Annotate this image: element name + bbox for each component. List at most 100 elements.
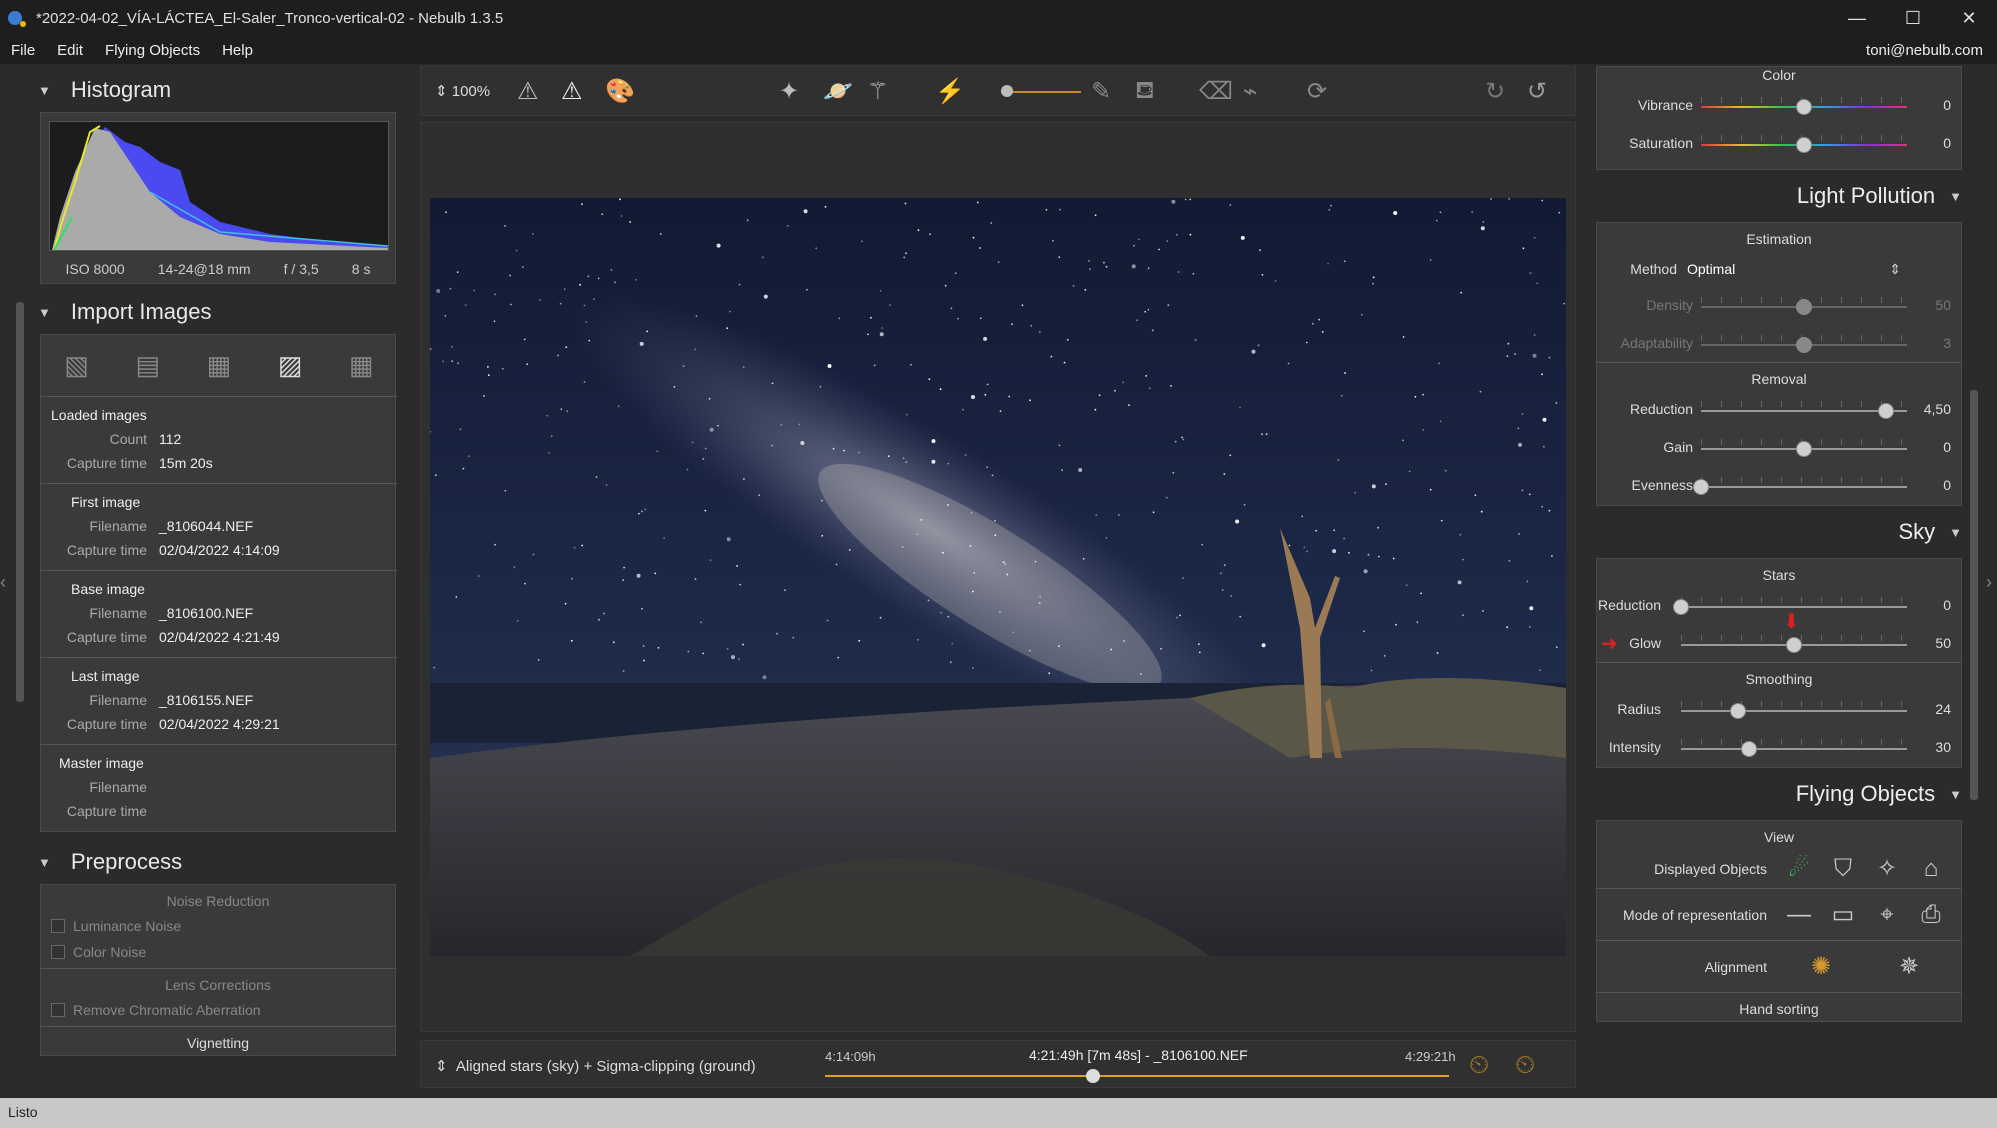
clear-image-icon[interactable]: ▦ bbox=[349, 350, 374, 381]
adaptability-slider[interactable]: Adaptability 3 bbox=[1597, 325, 1961, 363]
saturation-slider[interactable]: Saturation 0 bbox=[1597, 125, 1961, 163]
menu-edit[interactable]: Edit bbox=[46, 42, 94, 59]
bucket-icon[interactable]: ⛾ bbox=[1135, 77, 1155, 107]
clear-images-icon[interactable]: ▦ bbox=[207, 350, 232, 381]
gain-knob[interactable] bbox=[1796, 441, 1812, 457]
maximize-button[interactable]: ☐ bbox=[1885, 0, 1941, 36]
density-slider[interactable]: Density 50 bbox=[1597, 287, 1961, 325]
alignment-on-icon[interactable]: ✺ bbox=[1777, 952, 1865, 981]
refresh-icon[interactable]: ⟳ bbox=[1307, 77, 1327, 106]
menu-flying-objects[interactable]: Flying Objects bbox=[94, 42, 211, 59]
meteor-icon[interactable]: ☄ bbox=[1777, 854, 1821, 883]
alignment-off-icon[interactable]: ✵ bbox=[1865, 952, 1953, 981]
evenness-knob[interactable] bbox=[1693, 479, 1709, 495]
menu-help[interactable]: Help bbox=[211, 42, 264, 59]
star-dot bbox=[843, 449, 845, 452]
vibrance-knob[interactable] bbox=[1796, 99, 1812, 115]
color-noise-checkbox[interactable]: Color Noise bbox=[41, 939, 395, 969]
line-mode-icon[interactable]: — bbox=[1777, 901, 1821, 929]
minimize-button[interactable]: — bbox=[1829, 0, 1885, 36]
left-panel-scrollbar[interactable] bbox=[16, 302, 24, 702]
luminance-noise-checkbox[interactable]: Luminance Noise bbox=[41, 913, 395, 939]
intensity-slider[interactable]: Intensity 30 bbox=[1597, 729, 1961, 767]
lp-reduction-knob[interactable] bbox=[1878, 403, 1895, 419]
clock-back-icon[interactable]: ⏲ bbox=[1515, 1049, 1535, 1081]
import-images-header[interactable]: ▼ Import Images bbox=[28, 290, 404, 334]
lp-reduction-slider[interactable]: Reduction 4,50 bbox=[1597, 391, 1961, 429]
collapse-right-icon[interactable]: › bbox=[1986, 572, 1992, 593]
star-dot bbox=[1318, 318, 1321, 321]
timeline-knob[interactable] bbox=[1086, 1069, 1101, 1083]
box-mode-icon[interactable]: ▭ bbox=[1821, 900, 1865, 929]
star-dot bbox=[972, 236, 975, 239]
star-dot bbox=[941, 551, 944, 554]
import-toolbar: ▧ ▤ ▦ ▨ ▦ bbox=[41, 335, 397, 397]
warning-outline-icon[interactable]: ⚠ bbox=[517, 77, 539, 106]
star-dot bbox=[1543, 445, 1545, 448]
collapse-triangle-icon: ▼ bbox=[1949, 524, 1962, 540]
tower-icon[interactable]: ⚚ bbox=[867, 77, 889, 106]
import-image-icon[interactable]: ▨ bbox=[278, 350, 303, 381]
flying-objects-header[interactable]: Flying Objects ▼ bbox=[1588, 768, 1968, 820]
star-dot bbox=[1306, 550, 1308, 553]
stacked-image[interactable] bbox=[430, 198, 1566, 956]
glow-knob[interactable] bbox=[1786, 637, 1802, 653]
star-dot bbox=[1151, 329, 1154, 332]
star-reduction-slider[interactable]: Reduction 0 bbox=[1597, 587, 1961, 625]
right-panel-scrollbar[interactable] bbox=[1970, 390, 1978, 800]
star-dot bbox=[524, 582, 526, 585]
palette-icon[interactable]: 🎨 bbox=[605, 77, 635, 106]
gain-slider[interactable]: Gain 0 bbox=[1597, 429, 1961, 467]
star-reduction-knob[interactable] bbox=[1673, 599, 1689, 615]
target-mode-icon[interactable]: ⌖ bbox=[1865, 901, 1909, 929]
import-lights-icon[interactable]: ▧ bbox=[64, 350, 89, 381]
star-dot bbox=[1526, 580, 1529, 583]
stacking-mode-select[interactable]: ⇕ Aligned stars (sky) + Sigma-clipping (… bbox=[435, 1057, 756, 1075]
saturation-knob[interactable] bbox=[1796, 137, 1812, 153]
collapse-left-icon[interactable]: ‹ bbox=[0, 572, 6, 593]
planet-icon[interactable]: 🪐 bbox=[823, 77, 853, 106]
zoom-control[interactable]: ⇕ 100% bbox=[435, 82, 490, 100]
star-dot bbox=[1089, 268, 1091, 270]
undo-icon[interactable]: ↺ bbox=[1527, 77, 1547, 106]
warning-filled-icon[interactable]: ⚠ bbox=[561, 77, 583, 106]
satellite-icon[interactable]: ✧ bbox=[1865, 854, 1909, 883]
method-select[interactable]: Method Optimal ⇕ bbox=[1597, 251, 1961, 287]
camera-mode-icon[interactable]: ⎙ bbox=[1909, 901, 1953, 929]
star-dot bbox=[635, 279, 638, 281]
adaptability-knob[interactable] bbox=[1796, 337, 1812, 353]
star-dot bbox=[1337, 459, 1340, 461]
density-knob[interactable] bbox=[1796, 299, 1812, 315]
eraser-icon[interactable]: ⌫ bbox=[1199, 77, 1233, 106]
star-dot bbox=[762, 675, 767, 680]
magic-wand-icon[interactable]: ⚡ bbox=[935, 77, 965, 106]
glow-slider[interactable]: ➜ ⬇ Glow 50 bbox=[1597, 611, 1961, 663]
intensity-knob[interactable] bbox=[1740, 741, 1757, 757]
ufo-icon[interactable]: ⛉ bbox=[1821, 855, 1865, 883]
ghost-icon[interactable]: ⌂ bbox=[1909, 855, 1953, 883]
sweep-icon[interactable]: ⌁ bbox=[1243, 77, 1257, 106]
radius-slider[interactable]: Radius 24 bbox=[1597, 691, 1961, 729]
close-button[interactable]: ✕ bbox=[1941, 0, 1997, 36]
clock-forward-icon[interactable]: ⏲ bbox=[1469, 1049, 1489, 1081]
star-dot bbox=[1480, 226, 1485, 231]
evenness-slider[interactable]: Evenness 0 bbox=[1597, 467, 1961, 505]
vibrance-slider[interactable]: Vibrance 0 bbox=[1597, 87, 1961, 125]
sky-header[interactable]: Sky ▼ bbox=[1588, 506, 1968, 558]
star-dot bbox=[1363, 569, 1368, 574]
star-dot bbox=[910, 363, 912, 366]
preprocess-header[interactable]: ▼ Preprocess bbox=[28, 840, 404, 884]
timeline-track[interactable] bbox=[825, 1075, 1449, 1077]
star-dot bbox=[1517, 427, 1520, 430]
user-account[interactable]: toni@nebulb.com bbox=[1866, 42, 1983, 59]
brush-icon[interactable]: ✎ bbox=[1091, 77, 1111, 106]
radius-knob[interactable] bbox=[1729, 703, 1746, 719]
remove-ca-checkbox[interactable]: Remove Chromatic Aberration bbox=[41, 997, 395, 1027]
light-pollution-header[interactable]: Light Pollution ▼ bbox=[1588, 170, 1968, 222]
import-folder-icon[interactable]: ▤ bbox=[135, 350, 160, 381]
histogram-header[interactable]: ▼ Histogram bbox=[28, 68, 404, 112]
menu-file[interactable]: File bbox=[0, 42, 46, 59]
stars-icon[interactable]: ✦ bbox=[779, 77, 799, 106]
redo-icon[interactable]: ↻ bbox=[1485, 77, 1505, 106]
brush-size-slider[interactable] bbox=[1001, 85, 1081, 97]
